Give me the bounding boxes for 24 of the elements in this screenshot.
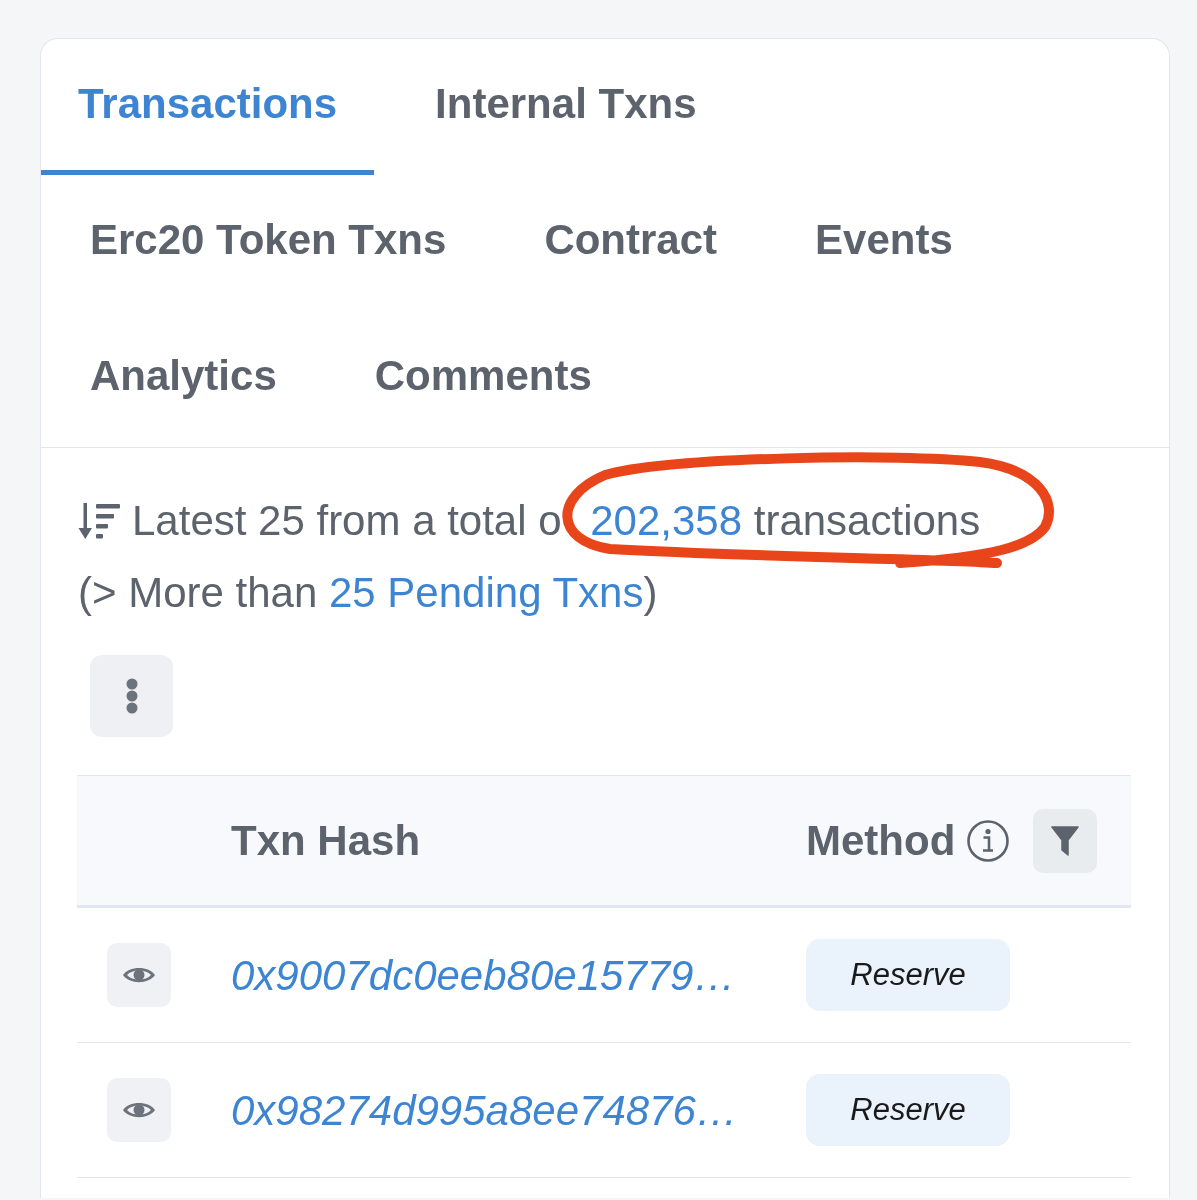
txn-hash-link[interactable]: 0x9007dc0eeb80e15779… <box>231 951 736 999</box>
view-button[interactable] <box>107 943 171 1007</box>
column-header: Method <box>806 816 956 866</box>
sort-descending-icon <box>78 501 120 541</box>
more-options-button[interactable] <box>90 655 173 737</box>
tab[interactable]: Comments <box>337 311 629 447</box>
method-tag: Reserve <box>806 1074 1010 1146</box>
three-dots-icon <box>125 678 138 714</box>
filter-button[interactable] <box>1033 808 1098 873</box>
tab[interactable]: Erc20 Token Txns <box>53 175 484 311</box>
txn-hash-link[interactable]: 0x98274d995a8ee74876… <box>231 1086 738 1134</box>
transaction-count-link[interactable]: 202,358 <box>590 497 743 544</box>
tab[interactable]: Transactions <box>41 39 375 175</box>
column-header: Txn Hash <box>231 816 421 866</box>
view-button[interactable] <box>107 1078 171 1142</box>
filter-icon <box>1051 825 1080 856</box>
pending-txns-text: (> More than 25 Pending Txns) <box>78 568 659 618</box>
tab[interactable]: Analytics <box>53 311 314 447</box>
tab[interactable]: Events <box>778 175 990 311</box>
transaction-count-text: Latest 25 from a total o 202,358 transactions <box>132 496 981 546</box>
tab[interactable]: Contract <box>507 175 755 311</box>
pending-txns-link[interactable]: 25 Pending Txns <box>328 569 644 616</box>
tab[interactable]: Internal Txns <box>398 39 734 175</box>
method-tag: Reserve <box>806 939 1010 1011</box>
